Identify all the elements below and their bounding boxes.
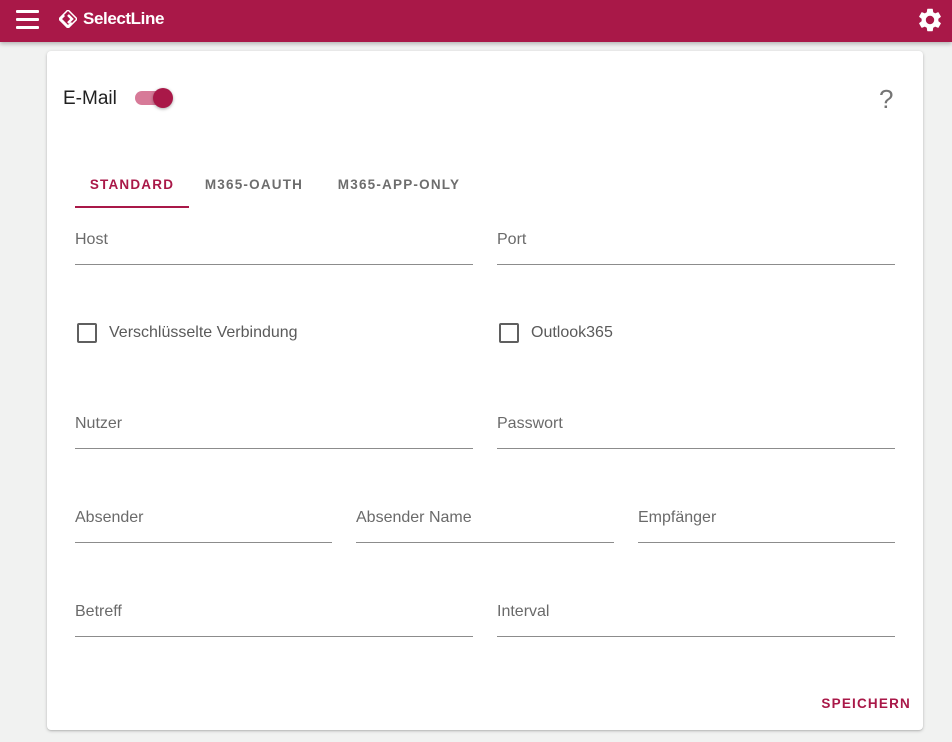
passwort-label: Passwort [497, 415, 563, 432]
port-underline [497, 264, 895, 265]
host-label: Host [75, 231, 108, 248]
checkbox-box [77, 323, 97, 343]
absender-name-field[interactable]: Absender Name [356, 509, 614, 545]
tab-m365-oauth[interactable]: M365-OAUTH [189, 166, 319, 208]
passwort-underline [497, 448, 895, 449]
encrypted-connection-checkbox[interactable]: Verschlüsselte Verbindung [77, 321, 337, 345]
outlook365-label: Outlook365 [531, 324, 613, 341]
hamburger-icon-line [16, 18, 39, 21]
gear-icon [919, 8, 941, 32]
active-tab-indicator [75, 206, 189, 208]
nutzer-field[interactable]: Nutzer [75, 415, 473, 451]
passwort-field[interactable]: Passwort [497, 415, 895, 451]
betreff-label: Betreff [75, 603, 122, 620]
settings-button[interactable] [916, 6, 944, 34]
help-icon[interactable]: ? [879, 84, 893, 114]
card-title: E-Mail [63, 88, 117, 109]
port-field[interactable]: Port [497, 231, 895, 267]
toggle-thumb [153, 88, 173, 108]
tab-standard[interactable]: STANDARD [75, 166, 189, 208]
brand-logo[interactable]: SelectLine [59, 8, 164, 30]
absender-name-label: Absender Name [356, 509, 472, 526]
absender-label: Absender [75, 509, 144, 526]
hamburger-icon-line [16, 26, 39, 29]
absender-name-underline [356, 542, 614, 543]
host-field[interactable]: Host [75, 231, 473, 267]
empfaenger-underline [638, 542, 895, 543]
absender-underline [75, 542, 332, 543]
absender-field[interactable]: Absender [75, 509, 332, 545]
interval-field[interactable]: Interval [497, 603, 895, 639]
host-underline [75, 264, 473, 265]
tab-m365-app-only[interactable]: M365-APP-ONLY [329, 166, 469, 208]
encrypted-connection-label: Verschlüsselte Verbindung [109, 324, 298, 341]
nutzer-label: Nutzer [75, 415, 123, 432]
betreff-field[interactable]: Betreff [75, 603, 473, 639]
checkbox-box [499, 323, 519, 343]
brand-name: SelectLine [83, 9, 165, 28]
selectline-logo-icon [59, 10, 77, 28]
empfaenger-field[interactable]: Empfänger [638, 509, 895, 545]
empfaenger-label: Empfänger [638, 509, 717, 526]
email-enabled-toggle[interactable] [135, 88, 175, 108]
save-button[interactable]: SPEICHERN [811, 691, 911, 717]
email-settings-card: E-Mail ? STANDARD M365-OAUTH M365-APP-ON… [47, 51, 923, 730]
port-label: Port [497, 231, 527, 248]
hamburger-menu-button[interactable] [12, 6, 44, 34]
outlook365-checkbox[interactable]: Outlook365 [499, 321, 639, 345]
nutzer-underline [75, 448, 473, 449]
app-bar: SelectLine [0, 0, 952, 42]
interval-underline [497, 636, 895, 637]
hamburger-icon [16, 10, 39, 13]
betreff-underline [75, 636, 473, 637]
interval-label: Interval [497, 603, 550, 620]
